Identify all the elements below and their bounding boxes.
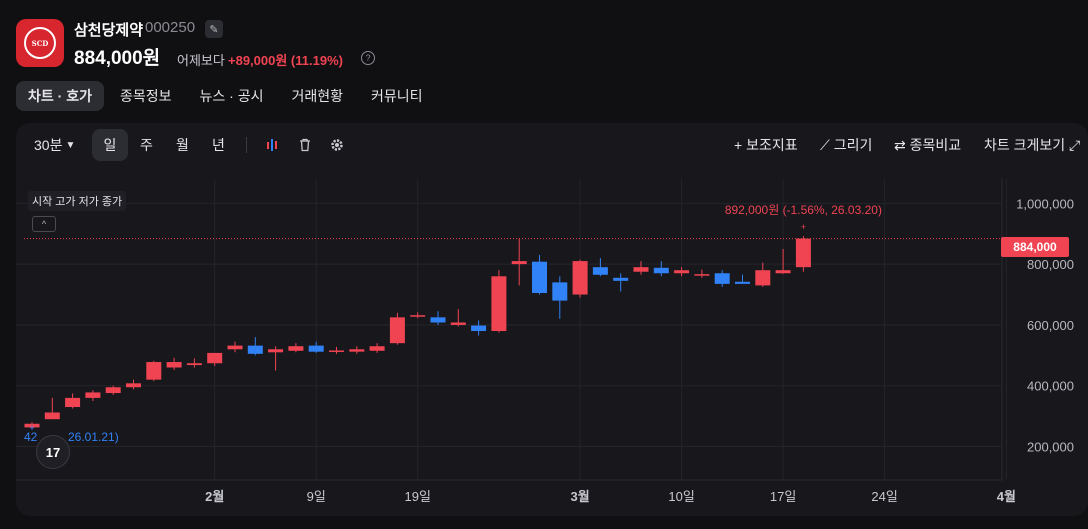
- candle-body: [207, 352, 223, 364]
- tab-community[interactable]: 커뮤니티: [359, 81, 435, 111]
- compare-button[interactable]: ⇄ 종목비교: [894, 129, 961, 161]
- tab-stock-info[interactable]: 종목정보: [108, 81, 184, 111]
- x-tick-label: 17일: [770, 489, 796, 504]
- toolbar-divider: [246, 137, 247, 153]
- x-tick-label: 9일: [307, 489, 326, 504]
- y-tick-label: 400,000: [1027, 379, 1074, 394]
- price-change: +89,000원 (11.19%): [228, 53, 343, 68]
- candle-body: [227, 345, 243, 350]
- indicator-button[interactable]: + 보조지표: [734, 129, 798, 161]
- candle-body: [613, 277, 629, 281]
- x-tick-label: 19일: [404, 489, 430, 504]
- max-marker: +: [801, 222, 806, 232]
- candle-body: [511, 261, 527, 265]
- interval-dropdown[interactable]: 30분 ▼: [34, 129, 75, 161]
- tab-chart[interactable]: 차트 · 호가: [16, 81, 104, 111]
- min-marker: +: [29, 423, 34, 433]
- chart-panel: 30분 ▼ 일 주 월 년 + 보조지표 ⟋ 그리기 ⇄ 종목비교 차트 크게보…: [16, 123, 1088, 516]
- x-tick-label: 4월: [997, 489, 1016, 504]
- settings-gear-icon[interactable]: [330, 129, 344, 161]
- current-price-tag: 884,000: [1001, 237, 1069, 257]
- vs-yesterday-label: 어제보다: [177, 53, 225, 68]
- candle-body: [268, 349, 284, 353]
- y-tick-label: 1,000,000: [1016, 196, 1074, 211]
- candle-body: [633, 267, 649, 272]
- candle-body: [775, 270, 791, 274]
- candle-body: [735, 281, 750, 284]
- chevron-down-icon: ▼: [65, 139, 76, 151]
- candle-body: [755, 270, 771, 286]
- logo-text: SCD: [31, 38, 49, 48]
- candle-body: [85, 392, 101, 398]
- candle-body: [450, 322, 466, 325]
- stock-code: 000250: [145, 19, 196, 36]
- y-tick-label: 800,000: [1027, 257, 1074, 272]
- ohlc-legend: 시작 고가 저가 종가: [28, 191, 127, 211]
- candle-body: [491, 276, 507, 332]
- candle-body: [389, 317, 405, 344]
- min-price-date: 26.01.21): [68, 430, 119, 444]
- candle-body: [247, 345, 263, 354]
- tab-news[interactable]: 뉴스 · 공시: [188, 81, 276, 111]
- candle-body: [166, 362, 182, 368]
- collapse-legend-button[interactable]: ^: [32, 216, 56, 232]
- candle-body: [308, 345, 324, 352]
- x-tick-label: 2월: [205, 489, 224, 504]
- y-tick-label: 600,000: [1027, 318, 1074, 333]
- stock-name: 삼천당제약: [74, 22, 144, 39]
- candle-body: [288, 346, 304, 351]
- candle-body: [186, 363, 202, 366]
- candle-body: [105, 387, 121, 394]
- plot-background: [16, 179, 1002, 480]
- chart-area[interactable]: 200,000 400,000 600,000 800,000 1,000,000 2월 9…: [16, 179, 1088, 516]
- candle-body: [532, 261, 547, 294]
- period-week[interactable]: 주: [140, 129, 153, 161]
- max-price-annotation: 892,000원 (-1.56%, 26.03.20): [725, 203, 882, 217]
- draw-button[interactable]: ⟋ 그리기: [820, 129, 872, 161]
- current-price: 884,000원: [74, 48, 161, 69]
- candle-body: [410, 315, 426, 317]
- candle-body: [714, 273, 730, 284]
- candle-body: [471, 325, 487, 332]
- candle-body: [146, 362, 162, 380]
- tradingview-logo[interactable]: 17: [36, 435, 70, 469]
- candle-body: [126, 383, 141, 388]
- x-axis-background: [16, 480, 1002, 516]
- candle-body: [65, 397, 81, 408]
- candle-body: [349, 349, 365, 352]
- candle-body: [552, 282, 568, 301]
- trash-icon[interactable]: [298, 129, 312, 161]
- y-tick-label: 200,000: [1027, 440, 1074, 455]
- candlestick-chart[interactable]: 200,000 400,000 600,000 800,000 1,000,000 2월 9…: [16, 179, 1088, 516]
- candle-body: [430, 317, 446, 323]
- edit-icon[interactable]: ✎: [205, 20, 223, 38]
- candle-type-icon[interactable]: [266, 129, 280, 161]
- x-tick-label: 3월: [570, 489, 589, 504]
- candle-body: [592, 267, 608, 275]
- company-logo: SCD: [16, 19, 64, 67]
- candle-body: [44, 412, 60, 420]
- candle-body: [674, 270, 690, 274]
- interval-label: 30분: [34, 137, 63, 153]
- period-year[interactable]: 년: [212, 129, 225, 161]
- candle-body: [572, 261, 588, 295]
- candle-body: [369, 346, 385, 351]
- tab-trading[interactable]: 거래현황: [279, 81, 355, 111]
- period-day[interactable]: 일: [92, 129, 128, 161]
- candle-body: [653, 267, 669, 274]
- tab-bar: 차트 · 호가 종목정보 뉴스 · 공시 거래현황 커뮤니티: [16, 81, 435, 111]
- candle-body: [795, 238, 811, 268]
- x-tick-label: 24일: [871, 489, 897, 504]
- candle-body: [329, 350, 344, 352]
- help-icon[interactable]: ?: [361, 51, 375, 65]
- period-month[interactable]: 월: [176, 129, 189, 161]
- candle-body: [694, 274, 710, 276]
- chart-toolbar: 30분 ▼ 일 주 월 년 + 보조지표 ⟋ 그리기 ⇄ 종목비교 차트 크게보…: [16, 129, 1088, 161]
- enlarge-chart-button[interactable]: 차트 크게보기 ⤢: [984, 129, 1080, 161]
- x-tick-label: 10일: [668, 489, 694, 504]
